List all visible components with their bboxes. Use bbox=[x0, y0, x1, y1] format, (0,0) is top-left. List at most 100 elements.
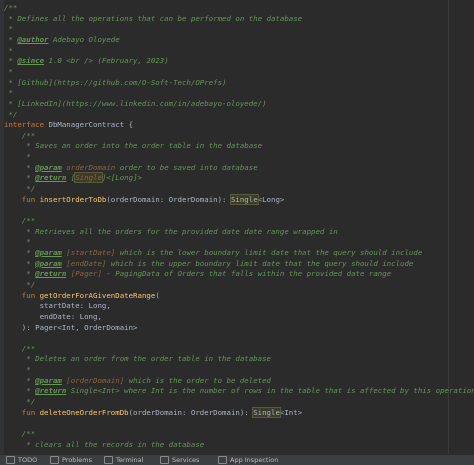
code-line[interactable]: * clears all the records in the database bbox=[4, 439, 448, 450]
code-line[interactable]: * @return Single<Int> where Int is the n… bbox=[4, 385, 474, 396]
code-line[interactable]: * bbox=[4, 66, 448, 77]
code-token: which is the upper boundary limit date t… bbox=[106, 258, 414, 268]
code-line[interactable]: * @param [orderDomain] which is the orde… bbox=[4, 375, 448, 386]
code-token: * bbox=[4, 237, 31, 247]
code-token: /** bbox=[4, 429, 36, 438]
code-token: * [Github](https://github.com/O-Soft-Tec… bbox=[4, 77, 227, 87]
code-token: /** bbox=[4, 130, 36, 140]
code-token: * Defines all the operations that can be… bbox=[4, 13, 303, 23]
code-token: startDate: Long, bbox=[4, 301, 111, 311]
tool-problems[interactable]: Problems bbox=[50, 456, 92, 464]
code-line[interactable]: * Retrieves all the orders for the provi… bbox=[4, 226, 448, 237]
code-token: * bbox=[4, 247, 36, 257]
code-line[interactable]: * @param orderDomain order to be saved i… bbox=[4, 162, 448, 173]
code-line[interactable]: * bbox=[4, 23, 448, 34]
code-line[interactable]: * @return [Pager] - PagingData of Orders… bbox=[4, 268, 448, 279]
code-line[interactable]: /** bbox=[4, 343, 448, 354]
code-line[interactable]: * bbox=[4, 364, 448, 375]
code-token: order to be saved into database bbox=[115, 162, 258, 172]
code-token: * bbox=[4, 152, 31, 162]
code-token: insertOrderToDb bbox=[39, 194, 107, 204]
code-token: DbManagerContract { bbox=[48, 120, 134, 130]
code-line[interactable]: * Deletes an order from the order table … bbox=[4, 353, 448, 364]
code-token: @since bbox=[17, 56, 45, 66]
code-token: /** bbox=[4, 216, 36, 225]
code-line[interactable]: fun insertOrderToDb(orderDomain: OrderDo… bbox=[4, 193, 448, 205]
code-line[interactable]: * Saves an order into the order table in… bbox=[4, 140, 448, 151]
code-token: deleteOneOrderFromDb bbox=[39, 407, 129, 417]
code-line[interactable]: endDate: Long, bbox=[4, 311, 448, 322]
code-token: [orderDomain] bbox=[61, 375, 125, 385]
tool-todo[interactable]: TODO bbox=[6, 456, 37, 464]
code-line[interactable]: */ bbox=[4, 109, 448, 120]
code-line[interactable]: /** bbox=[4, 428, 448, 439]
code-line[interactable]: fun getOrderForAGivenDateRange( bbox=[4, 290, 448, 301]
code-line[interactable]: ): Pager<Int, OrderDomain> bbox=[4, 322, 448, 333]
code-token: Single bbox=[252, 406, 281, 418]
code-line[interactable]: interface DbManagerContract { bbox=[4, 119, 448, 130]
code-token: * bbox=[4, 66, 13, 76]
code-line[interactable]: startDate: Long, bbox=[4, 300, 448, 311]
code-line[interactable]: * [Github](https://github.com/O-Soft-Tec… bbox=[4, 77, 448, 88]
code-line[interactable] bbox=[4, 417, 448, 428]
code-token: @author bbox=[17, 34, 49, 44]
tool-services[interactable]: Services bbox=[160, 456, 199, 464]
code-token: @return bbox=[35, 173, 67, 183]
todo-icon bbox=[6, 456, 15, 464]
code-line[interactable]: * @param [startDate] which is the lower … bbox=[4, 247, 448, 258]
code-token: <Int> bbox=[279, 407, 303, 417]
code-token: @param bbox=[35, 375, 62, 385]
code-line[interactable]: * bbox=[4, 151, 448, 162]
code-line[interactable]: * @return [Single]<[Long]> bbox=[4, 172, 448, 184]
code-line[interactable]: * @author Adebayo Oloyede bbox=[4, 34, 448, 45]
code-token: * bbox=[4, 386, 36, 396]
code-token: * bbox=[4, 375, 36, 385]
code-token: * bbox=[4, 258, 36, 268]
code-line[interactable]: * [LinkedIn](https://www.linkedin.com/in… bbox=[4, 98, 448, 109]
code-token: Single bbox=[74, 172, 103, 184]
code-line[interactable]: /** bbox=[4, 130, 448, 141]
code-token: which is the lower boundary limit date t… bbox=[115, 247, 423, 257]
code-token: * Saves an order into the order table in… bbox=[4, 141, 263, 151]
tool-todo-label: TODO bbox=[18, 456, 38, 464]
code-token: */ bbox=[4, 109, 18, 119]
code-token: [ bbox=[66, 173, 76, 183]
code-line[interactable]: /** bbox=[4, 2, 448, 13]
code-token: * Deletes an order from the order table … bbox=[4, 354, 271, 364]
code-token: * bbox=[4, 56, 18, 66]
code-line[interactable] bbox=[4, 204, 448, 215]
code-line[interactable]: /** bbox=[4, 215, 448, 226]
code-line[interactable]: * @since 1.0 <br /> (February, 2023) bbox=[4, 55, 448, 66]
code-line[interactable]: * @param [endDate] which is the upper bo… bbox=[4, 258, 448, 269]
tool-services-label: Services bbox=[172, 456, 200, 464]
code-token: * bbox=[4, 269, 36, 279]
code-line[interactable]: fun deleteOneOrderFromDb(orderDomain: Or… bbox=[4, 406, 448, 418]
code-line[interactable]: */ bbox=[4, 279, 448, 290]
code-line[interactable]: * bbox=[4, 236, 448, 247]
code-line[interactable]: * bbox=[4, 87, 448, 98]
code-line[interactable] bbox=[4, 332, 448, 343]
code-line[interactable]: */ bbox=[4, 183, 448, 194]
problems-icon bbox=[50, 456, 59, 464]
code-token: /** bbox=[4, 3, 18, 12]
tool-terminal-label: Terminal bbox=[116, 456, 144, 464]
code-token: * [LinkedIn](https://www.linkedin.com/in… bbox=[4, 98, 267, 108]
code-line[interactable]: * bbox=[4, 45, 448, 56]
code-token: */ bbox=[4, 279, 36, 289]
code-token: interface bbox=[4, 120, 49, 130]
code-token: fun bbox=[4, 194, 40, 204]
code-line[interactable]: */ bbox=[4, 396, 448, 407]
code-line[interactable]: * Defines all the operations that can be… bbox=[4, 13, 448, 24]
code-token: [startDate] bbox=[61, 247, 116, 257]
code-token: [Pager] bbox=[66, 269, 102, 279]
tool-terminal[interactable]: Terminal bbox=[104, 456, 143, 464]
code-token: @return bbox=[35, 386, 67, 396]
code-token: [endDate] bbox=[61, 258, 107, 268]
code-token: ): Pager<Int, OrderDomain> bbox=[4, 322, 138, 332]
tool-app-inspection-label: App Inspection bbox=[230, 456, 279, 464]
code-token: endDate: Long, bbox=[4, 311, 102, 321]
tool-app-inspection[interactable]: App Inspection bbox=[218, 456, 278, 464]
code-token: orderDomain bbox=[61, 162, 116, 172]
code-editor[interactable]: /** * Defines all the operations that ca… bbox=[0, 0, 474, 465]
code-token: fun bbox=[4, 407, 40, 417]
